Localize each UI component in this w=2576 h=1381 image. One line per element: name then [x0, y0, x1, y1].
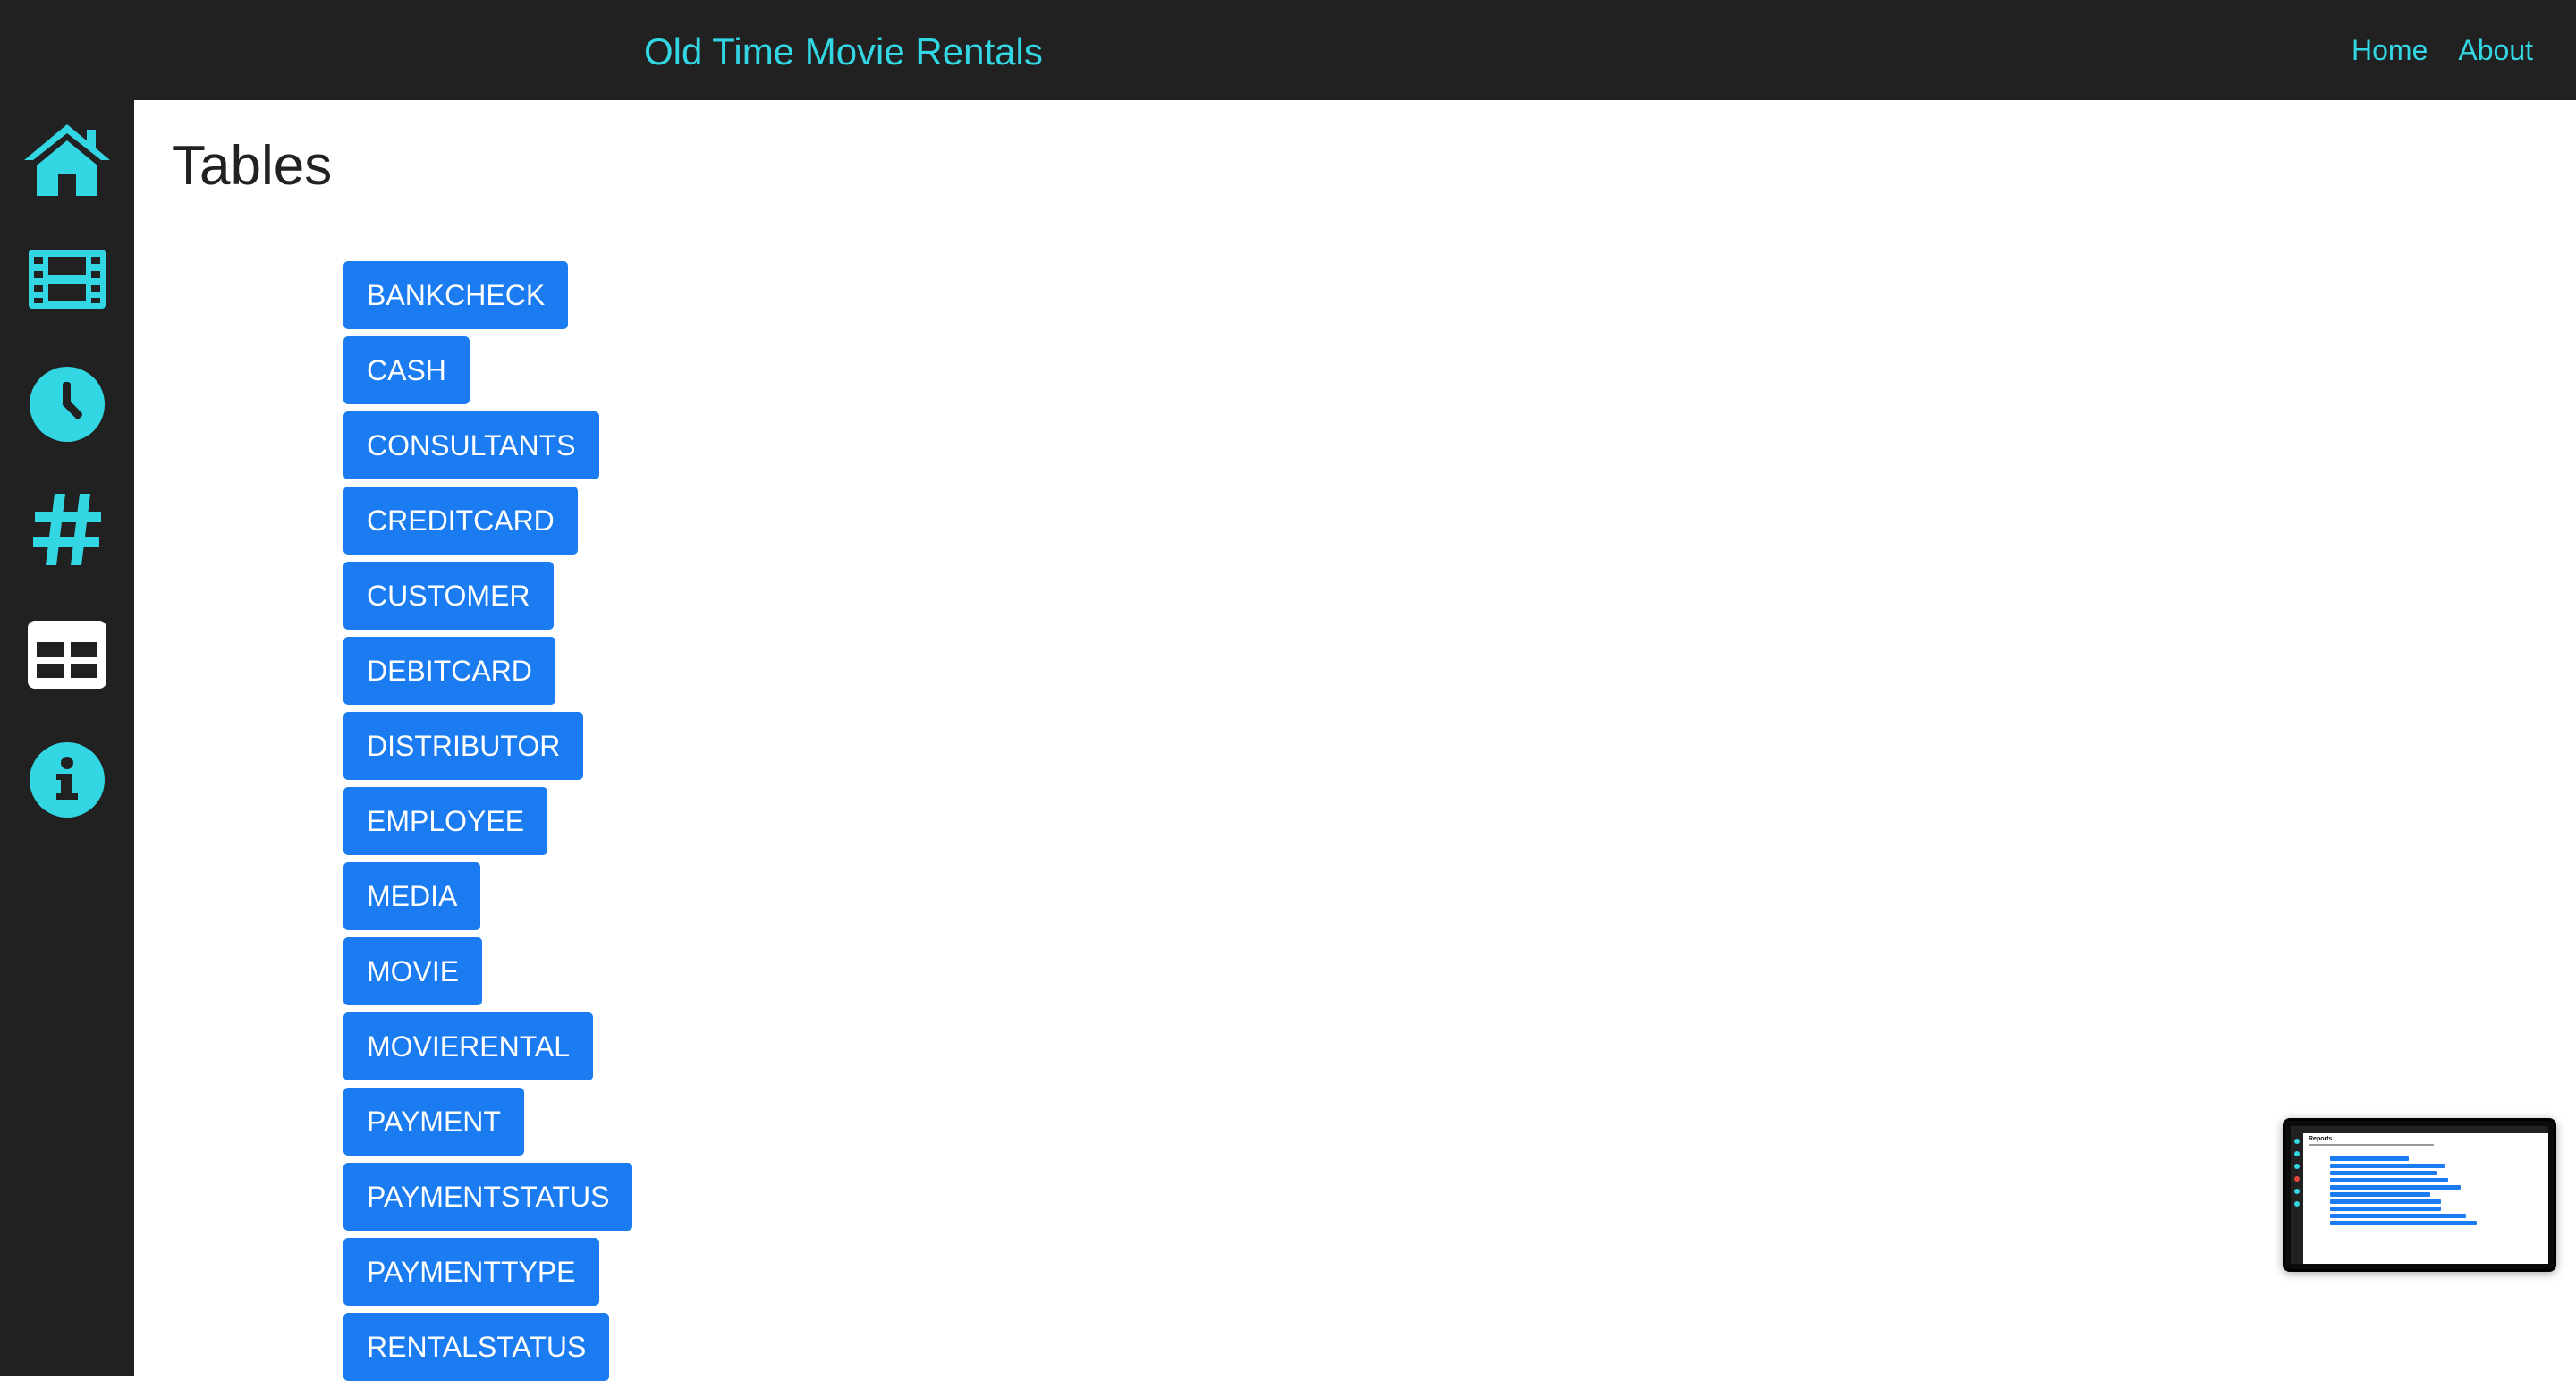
thumbnail-dot: [2294, 1189, 2300, 1194]
thumbnail-bar: [2330, 1214, 2466, 1218]
table-button-paymentstatus[interactable]: PAYMENTSTATUS: [343, 1163, 633, 1231]
table-button-distributor[interactable]: DISTRIBUTOR: [343, 712, 584, 780]
thumbnail-bar: [2330, 1178, 2448, 1182]
table-button-payment[interactable]: PAYMENT: [343, 1088, 524, 1156]
thumbnail-dot: [2294, 1151, 2300, 1156]
thumbnail-dot: [2294, 1176, 2300, 1182]
clock-icon[interactable]: [22, 360, 112, 449]
table-button-movie[interactable]: MOVIE: [343, 937, 483, 1005]
sidebar: [0, 100, 134, 1376]
thumbnail-bar: [2330, 1199, 2441, 1204]
table-button-customer[interactable]: CUSTOMER: [343, 562, 554, 630]
table-button-creditcard[interactable]: CREDITCARD: [343, 487, 578, 555]
home-icon[interactable]: [22, 116, 112, 206]
table-button-rentalstatus[interactable]: RENTALSTATUS: [343, 1313, 610, 1381]
table-button-employee[interactable]: EMPLOYEE: [343, 787, 548, 855]
nav-link-home[interactable]: Home: [2351, 30, 2428, 70]
thumbnail-bar: [2330, 1164, 2445, 1168]
thumbnail-bar: [2330, 1171, 2437, 1175]
film-icon[interactable]: [22, 234, 112, 324]
thumbnail-bar: [2330, 1185, 2461, 1190]
hashtag-icon[interactable]: [22, 485, 112, 574]
thumbnail-bar: [2330, 1207, 2441, 1211]
table-button-debitcard[interactable]: DEBITCARD: [343, 637, 555, 705]
thumbnail-subtitle: [2309, 1144, 2434, 1146]
table-button-cash[interactable]: CASH: [343, 336, 470, 404]
thumbnail-navbar: [2291, 1126, 2548, 1133]
thumbnail-bar: [2330, 1156, 2409, 1161]
thumbnail-screen: Reports: [2291, 1126, 2548, 1264]
info-icon[interactable]: [22, 735, 112, 825]
thumbnail-bar: [2330, 1192, 2430, 1197]
table-icon[interactable]: [22, 610, 112, 699]
table-button-bankcheck[interactable]: BANKCHECK: [343, 261, 569, 329]
thumbnail-dot: [2294, 1201, 2300, 1207]
top-navbar: Old Time Movie Rentals Home About: [0, 0, 2576, 100]
table-button-consultants[interactable]: CONSULTANTS: [343, 411, 599, 479]
thumbnail-bar: [2330, 1221, 2477, 1225]
page-title: Tables: [172, 135, 333, 197]
screenshot-thumbnail[interactable]: Reports: [2283, 1118, 2556, 1272]
main-content: Tables BANKCHECK CASH CONSULTANTS CREDIT…: [134, 100, 2576, 1381]
table-button-media[interactable]: MEDIA: [343, 862, 481, 930]
table-button-movierental[interactable]: MOVIERENTAL: [343, 1012, 593, 1080]
nav-links: Home About: [2351, 30, 2533, 70]
thumbnail-title: Reports: [2309, 1136, 2333, 1142]
thumbnail-dot: [2294, 1164, 2300, 1169]
thumbnail-dot: [2294, 1139, 2300, 1144]
nav-link-about[interactable]: About: [2458, 30, 2533, 70]
table-button-list: BANKCHECK CASH CONSULTANTS CREDITCARD CU…: [343, 261, 633, 1381]
table-button-paymenttype[interactable]: PAYMENTTYPE: [343, 1238, 599, 1306]
brand-title[interactable]: Old Time Movie Rentals: [644, 25, 1043, 79]
